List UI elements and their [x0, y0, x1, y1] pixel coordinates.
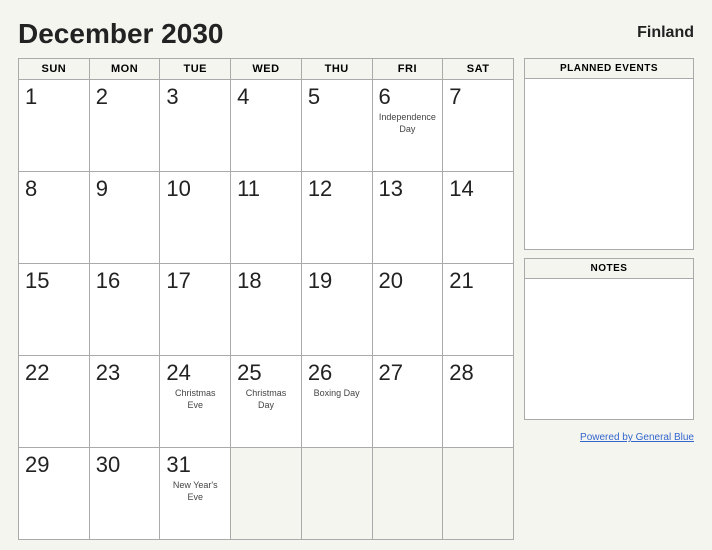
- table-row: 17: [160, 264, 231, 356]
- table-row: 14: [443, 172, 514, 264]
- table-row: 21: [443, 264, 514, 356]
- day-number: 21: [449, 268, 507, 294]
- table-row: [443, 448, 514, 540]
- table-row: 31New Year's Eve: [160, 448, 231, 540]
- day-number: 6: [379, 84, 437, 110]
- table-row: 5: [301, 80, 372, 172]
- table-row: 7: [443, 80, 514, 172]
- table-row: 4: [231, 80, 302, 172]
- country-label: Finland: [637, 24, 694, 42]
- day-number: 4: [237, 84, 295, 110]
- footer: Powered by General Blue: [524, 432, 694, 443]
- planned-events-header: PLANNED EVENTS: [525, 59, 693, 79]
- table-row: 8: [19, 172, 90, 264]
- page: December 2030 Finland SUN MON TUE WED TH…: [0, 0, 712, 550]
- table-row: 12: [301, 172, 372, 264]
- table-row: 16: [89, 264, 160, 356]
- day-number: 25: [237, 360, 295, 386]
- day-number: 13: [379, 176, 437, 202]
- table-row: 3: [160, 80, 231, 172]
- weekday-thu: THU: [301, 59, 372, 80]
- event-label: Christmas Eve: [166, 388, 224, 411]
- event-label: Independence Day: [379, 112, 437, 135]
- table-row: 25Christmas Day: [231, 356, 302, 448]
- weekday-fri: FRI: [372, 59, 443, 80]
- notes-content: [525, 279, 693, 419]
- event-label: New Year's Eve: [166, 480, 224, 503]
- day-number: 15: [25, 268, 83, 294]
- table-row: 20: [372, 264, 443, 356]
- calendar-section: SUN MON TUE WED THU FRI SAT 123456Indepe…: [18, 58, 514, 540]
- day-number: 31: [166, 452, 224, 478]
- day-number: 22: [25, 360, 83, 386]
- day-number: 11: [237, 176, 295, 202]
- table-row: 29: [19, 448, 90, 540]
- weekday-sun: SUN: [19, 59, 90, 80]
- main-area: SUN MON TUE WED THU FRI SAT 123456Indepe…: [18, 58, 694, 540]
- day-number: 30: [96, 452, 154, 478]
- day-number: 9: [96, 176, 154, 202]
- day-number: 8: [25, 176, 83, 202]
- day-number: 26: [308, 360, 366, 386]
- table-row: 1: [19, 80, 90, 172]
- table-row: 2: [89, 80, 160, 172]
- notes-header: NOTES: [525, 259, 693, 279]
- day-number: 20: [379, 268, 437, 294]
- table-row: 9: [89, 172, 160, 264]
- right-section: PLANNED EVENTS NOTES Powered by General …: [524, 58, 694, 540]
- day-number: 29: [25, 452, 83, 478]
- day-number: 12: [308, 176, 366, 202]
- calendar-table: SUN MON TUE WED THU FRI SAT 123456Indepe…: [18, 58, 514, 540]
- day-number: 23: [96, 360, 154, 386]
- day-number: 2: [96, 84, 154, 110]
- table-row: 10: [160, 172, 231, 264]
- day-number: 28: [449, 360, 507, 386]
- day-number: 24: [166, 360, 224, 386]
- weekday-wed: WED: [231, 59, 302, 80]
- table-row: 22: [19, 356, 90, 448]
- powered-by-link[interactable]: Powered by General Blue: [580, 432, 694, 443]
- table-row: 19: [301, 264, 372, 356]
- table-row: 26 Boxing Day: [301, 356, 372, 448]
- table-row: 18: [231, 264, 302, 356]
- weekday-mon: MON: [89, 59, 160, 80]
- table-row: 23: [89, 356, 160, 448]
- day-number: 17: [166, 268, 224, 294]
- table-row: [231, 448, 302, 540]
- day-number: 16: [96, 268, 154, 294]
- table-row: 28: [443, 356, 514, 448]
- table-row: 11: [231, 172, 302, 264]
- table-row: 24Christmas Eve: [160, 356, 231, 448]
- event-label: Boxing Day: [308, 388, 366, 400]
- day-number: 14: [449, 176, 507, 202]
- day-number: 19: [308, 268, 366, 294]
- table-row: 15: [19, 264, 90, 356]
- planned-events-box: PLANNED EVENTS: [524, 58, 694, 250]
- day-number: 3: [166, 84, 224, 110]
- table-row: 27: [372, 356, 443, 448]
- day-number: 10: [166, 176, 224, 202]
- notes-box: NOTES: [524, 258, 694, 420]
- event-label: Christmas Day: [237, 388, 295, 411]
- table-row: 30: [89, 448, 160, 540]
- day-number: 18: [237, 268, 295, 294]
- planned-events-content: [525, 79, 693, 249]
- table-row: [372, 448, 443, 540]
- day-number: 5: [308, 84, 366, 110]
- day-number: 27: [379, 360, 437, 386]
- weekday-tue: TUE: [160, 59, 231, 80]
- month-title: December 2030: [18, 18, 223, 50]
- day-number: 7: [449, 84, 507, 110]
- weekday-sat: SAT: [443, 59, 514, 80]
- day-number: 1: [25, 84, 83, 110]
- table-row: 6Independence Day: [372, 80, 443, 172]
- table-row: [301, 448, 372, 540]
- table-row: 13: [372, 172, 443, 264]
- header: December 2030 Finland: [18, 18, 694, 50]
